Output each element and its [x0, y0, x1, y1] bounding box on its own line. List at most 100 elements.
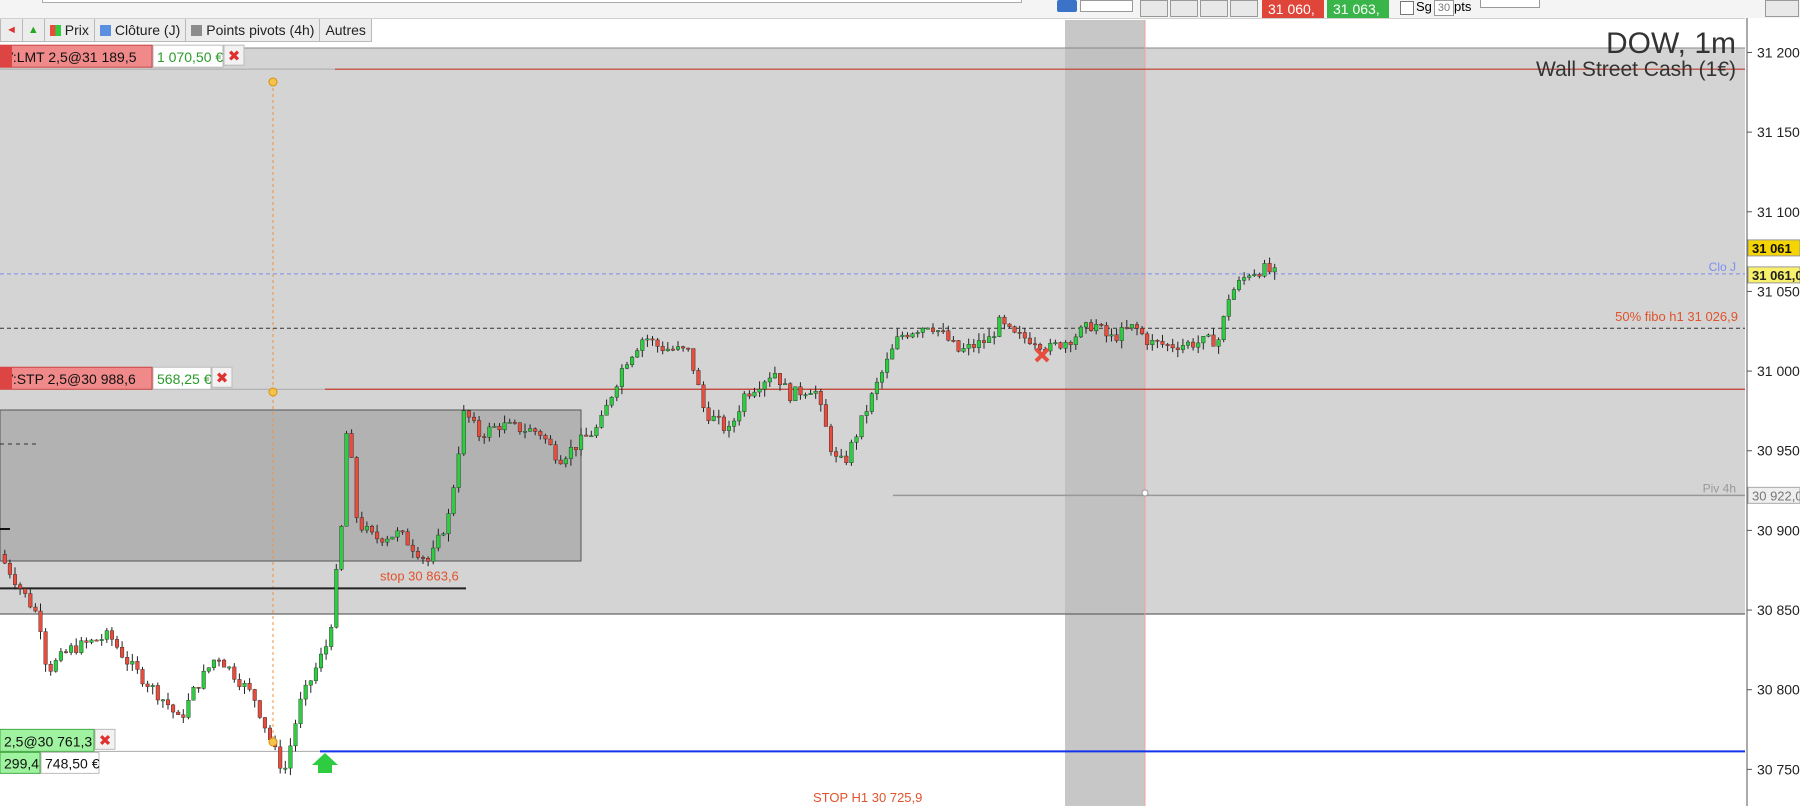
candle-body [594, 427, 599, 436]
position-label [0, 728, 95, 752]
candle-body [1211, 334, 1216, 347]
legend-item-prix[interactable]: Prix [44, 19, 95, 41]
candle-body [864, 411, 869, 416]
y-tick-label: 31 000 [1757, 363, 1800, 379]
order-button-4[interactable] [1230, 0, 1258, 17]
candle-body [375, 531, 380, 540]
candle-body [966, 344, 971, 349]
candle-body [298, 698, 303, 724]
stop-order-pnl [152, 366, 212, 390]
candle-body [405, 531, 410, 546]
candle-body [63, 651, 68, 653]
candle-body [604, 404, 609, 416]
candle-body [1114, 334, 1119, 341]
fibo-label: 50% fibo h1 31 026,9 [1615, 309, 1738, 324]
candle-body [1247, 275, 1252, 278]
candle-body [931, 327, 936, 332]
candle-body [982, 340, 987, 343]
position-close [94, 728, 116, 750]
sell-price-button[interactable]: 31 060, [1262, 0, 1324, 18]
quantity-field[interactable] [1480, 0, 1540, 8]
candle-body [160, 699, 165, 702]
buy-price-button[interactable]: 31 063, [1327, 0, 1389, 18]
candle-body [1201, 336, 1206, 344]
candle-body [762, 381, 767, 390]
prix-swatch [49, 24, 61, 36]
stop-order-close-icon: ✖ [216, 370, 229, 387]
candle-body [783, 383, 788, 386]
candle-body [273, 739, 278, 748]
candle-body [987, 336, 992, 343]
candle-body [171, 704, 176, 713]
symbol-field[interactable] [42, 0, 1022, 3]
legend-item-cloture[interactable]: Clôture (J) [94, 19, 187, 41]
candle-body [237, 679, 242, 687]
clo-j-tag-text: 31 061,0 [1752, 268, 1800, 283]
pts-input[interactable]: 30 [1434, 0, 1454, 16]
candle-body [849, 442, 854, 463]
candle-body [788, 383, 793, 402]
y-tick-label: 30 750 [1757, 761, 1800, 777]
candle-body [497, 425, 502, 431]
candle-body [839, 455, 844, 458]
candle-body [971, 344, 976, 348]
y-tick-label: 31 200 [1757, 44, 1800, 60]
candle-body [262, 717, 267, 729]
candle-body [701, 384, 706, 409]
candle-body [890, 348, 895, 360]
candle-body [517, 422, 522, 432]
candle-body [227, 666, 232, 669]
candle-body [1262, 263, 1267, 277]
candle-body [579, 434, 584, 450]
zone-band [0, 48, 1745, 614]
candle-body [691, 348, 696, 371]
y-tick-label: 31 050 [1757, 283, 1800, 299]
y-tick-label: 30 950 [1757, 443, 1800, 459]
collapse-icon[interactable]: ◄ [1, 19, 23, 41]
candle-body [191, 686, 196, 701]
date-field[interactable] [1080, 0, 1133, 12]
candle-body [1231, 289, 1236, 300]
candle-body [135, 661, 140, 670]
clo-j-tag [1747, 266, 1800, 284]
candle-body [711, 415, 716, 421]
candle-body [451, 487, 456, 514]
y-tick-label: 30 800 [1757, 682, 1800, 698]
candle-body [1053, 342, 1058, 344]
sg-checkbox[interactable] [1400, 1, 1414, 15]
candle-body [905, 334, 910, 338]
candle-body [1058, 342, 1063, 349]
candle-body [257, 700, 262, 718]
legend-item-autres[interactable]: Autres [320, 19, 371, 41]
candle-body [609, 396, 614, 406]
candle-body [58, 651, 63, 661]
y-tick-label: 31 150 [1757, 124, 1800, 140]
candle-body [211, 659, 216, 668]
drag-handle-icon [0, 367, 12, 390]
candle-series [2, 257, 1277, 776]
price-chart[interactable]: Clo J 50% fibo h1 31 026,9 Piv 4h stop 30 8… [0, 0, 1800, 806]
candle-body [1272, 267, 1277, 273]
candle-body [38, 610, 43, 632]
candle-body [767, 377, 772, 383]
candle-body [512, 422, 517, 424]
price-axis: 31 200 31 150 31 100 31 050 31 000 30 950 30 9… [1747, 44, 1800, 777]
candle-body [1257, 274, 1262, 277]
order-button-2[interactable] [1170, 0, 1198, 17]
candle-body [130, 661, 135, 665]
order-button-5[interactable] [1765, 0, 1799, 17]
y-tick-label: 31 100 [1757, 204, 1800, 220]
candle-body [431, 547, 436, 562]
order-button-3[interactable] [1200, 0, 1228, 17]
order-button-1[interactable] [1140, 0, 1168, 17]
candle-body [885, 358, 890, 373]
pts-label: pts [1454, 0, 1472, 14]
pivot-tag [1747, 486, 1800, 504]
candle-body [1002, 316, 1007, 325]
candle-body [961, 348, 966, 352]
legend-item-pivots[interactable]: Points pivots (4h) [186, 19, 321, 41]
candle-body [1242, 277, 1247, 281]
arrow-up-icon[interactable]: ▲ [22, 19, 45, 41]
stop-order-close [211, 366, 233, 388]
calendar-icon[interactable] [1057, 0, 1077, 12]
